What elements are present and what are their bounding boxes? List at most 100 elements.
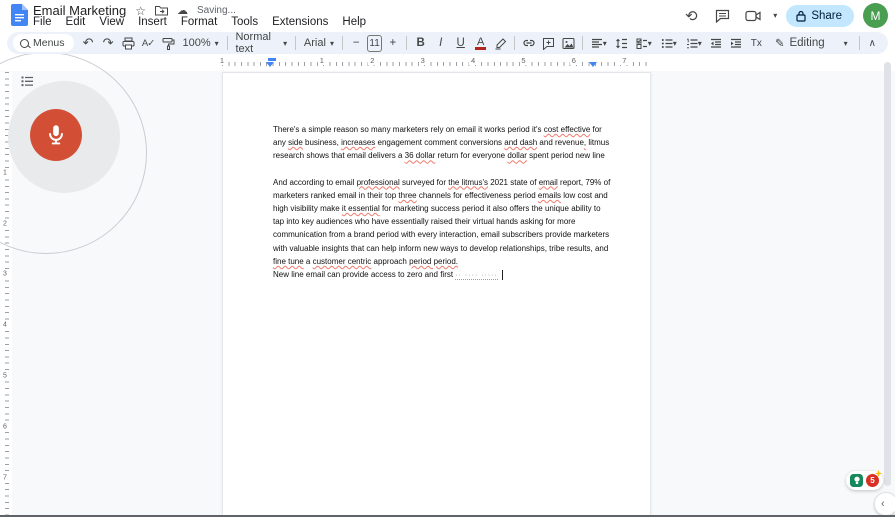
show-side-panel-button[interactable]: ‹ xyxy=(874,492,895,516)
version-history-icon[interactable]: ⟲ xyxy=(680,5,702,27)
ruler-number: 7 xyxy=(0,474,10,482)
highlight-color-button[interactable] xyxy=(491,33,510,53)
menus-label: Menus xyxy=(33,37,65,49)
numbered-list-button[interactable]: ▾ xyxy=(682,33,706,53)
text-color-glyph: A xyxy=(477,35,485,48)
bold-button[interactable]: B xyxy=(411,33,430,53)
increase-indent-button[interactable] xyxy=(727,33,746,53)
microphone-icon xyxy=(49,125,63,145)
font-size-input[interactable]: 11 xyxy=(366,34,383,52)
ruler-number: 6 xyxy=(569,56,578,65)
ruler-number: 1 xyxy=(0,169,10,177)
paragraph-style-select[interactable]: Normal text ▾ xyxy=(231,31,291,55)
avatar[interactable]: M xyxy=(863,3,888,28)
separator xyxy=(514,36,515,50)
line-spacing-button[interactable] xyxy=(612,33,631,53)
bulleted-list-button[interactable]: ▾ xyxy=(657,33,681,53)
ruler-number: 3 xyxy=(0,270,10,278)
toolbar: Menus ↶ ↷ A✓ 100% ▾ Normal text ▾ Arial … xyxy=(7,31,888,55)
ruler-number: 4 xyxy=(0,321,10,329)
suggestions-count: 5 xyxy=(870,476,875,485)
voice-interim-text: ·· ···· ····· xyxy=(455,272,498,281)
menu-bar: File Edit View Insert Format Tools Exten… xyxy=(26,15,373,29)
menu-tools[interactable]: Tools xyxy=(224,15,265,29)
insert-link-button[interactable] xyxy=(519,33,538,53)
chevron-left-icon: ‹ xyxy=(881,498,885,510)
increase-font-size-button[interactable]: + xyxy=(383,33,402,53)
redo-button[interactable]: ↷ xyxy=(99,33,118,53)
menu-file[interactable]: File xyxy=(26,15,59,29)
ruler-number: 2 xyxy=(0,220,10,228)
separator xyxy=(582,36,583,50)
share-button[interactable]: Share xyxy=(786,4,854,27)
chevron-down-icon: ▾ xyxy=(647,38,652,48)
ruler-number: 3 xyxy=(418,56,427,65)
lock-icon xyxy=(796,10,806,22)
ruler-number: 1 xyxy=(317,56,326,65)
undo-button[interactable]: ↶ xyxy=(79,33,98,53)
ruler-number: 2 xyxy=(368,56,377,65)
search-menus-button[interactable]: Menus xyxy=(13,34,74,52)
ruler-ticks xyxy=(5,72,9,515)
menu-insert[interactable]: Insert xyxy=(131,15,174,29)
document-text[interactable]: There's a simple reason so many marketer… xyxy=(273,123,613,295)
underline-button[interactable]: U xyxy=(451,33,470,53)
voice-language-list-icon[interactable] xyxy=(21,76,34,87)
align-button[interactable]: ▾ xyxy=(587,33,611,53)
first-line-indent-marker[interactable] xyxy=(268,58,276,61)
left-indent-marker[interactable] xyxy=(266,62,274,67)
separator xyxy=(858,36,860,50)
mode-label: Editing xyxy=(789,37,825,49)
google-docs-window: 11 2 3 4 5 6 7 1 2 3 4 5 6 7 There's a simple reason… xyxy=(0,0,895,517)
italic-button[interactable]: I xyxy=(431,33,450,53)
menu-view[interactable]: View xyxy=(92,15,131,29)
menu-help[interactable]: Help xyxy=(335,15,373,29)
chevron-down-icon: ▾ xyxy=(214,38,219,48)
menu-format[interactable]: Format xyxy=(174,15,224,29)
menu-edit[interactable]: Edit xyxy=(59,15,93,29)
add-comment-button[interactable] xyxy=(539,33,558,53)
horizontal-ruler[interactable]: 1 1 2 3 4 5 6 7 xyxy=(0,55,895,71)
insert-image-button[interactable] xyxy=(559,33,578,53)
voice-mic-button[interactable] xyxy=(30,109,82,161)
text-color-button[interactable]: A xyxy=(471,33,490,53)
hide-menus-button[interactable]: ∧ xyxy=(863,38,882,49)
separator xyxy=(295,36,296,50)
header: Email Marketing ☆ ☁ Saving... File Edit … xyxy=(0,0,895,31)
font-select[interactable]: Arial ▾ xyxy=(300,37,338,49)
search-icon xyxy=(20,38,29,48)
video-call-icon[interactable] xyxy=(742,5,764,27)
suggestions-pill[interactable]: 5 xyxy=(846,470,883,490)
zoom-select[interactable]: 100% ▾ xyxy=(179,37,223,49)
chevron-down-icon: ▾ xyxy=(843,38,848,48)
menu-extensions[interactable]: Extensions xyxy=(265,15,335,29)
ruler-number: 4 xyxy=(469,56,478,65)
vertical-ruler[interactable]: 1 2 3 4 5 6 7 xyxy=(0,72,12,515)
decrease-font-size-button[interactable]: − xyxy=(347,33,366,53)
suggestion-bulb-icon[interactable] xyxy=(850,474,863,487)
right-indent-marker[interactable] xyxy=(589,62,597,67)
chevron-down-icon: ▾ xyxy=(329,38,334,48)
pencil-icon: ✎ xyxy=(774,38,785,50)
document-page[interactable]: There's a simple reason so many marketer… xyxy=(222,72,651,517)
style-value: Normal text xyxy=(235,31,271,55)
checklist-button[interactable]: ▾ xyxy=(632,33,656,53)
decrease-indent-button[interactable] xyxy=(707,33,726,53)
vertical-scrollbar[interactable] xyxy=(884,62,891,486)
separator xyxy=(341,36,343,50)
ruler-number: 7 xyxy=(620,56,629,65)
ruler-number: 6 xyxy=(0,423,10,431)
ruler-number: 5 xyxy=(0,372,10,380)
share-label: Share xyxy=(811,9,842,22)
comment-history-icon[interactable] xyxy=(711,5,733,27)
chevron-down-icon: ▾ xyxy=(602,38,607,48)
suggestions-count-badge[interactable]: 5 xyxy=(866,470,882,487)
print-button[interactable] xyxy=(119,33,138,53)
video-call-caret-icon[interactable]: ▾ xyxy=(773,11,777,20)
editing-mode-button[interactable]: ✎ Editing ▾ xyxy=(767,36,856,50)
spellcheck-button[interactable]: A✓ xyxy=(139,33,158,53)
clear-formatting-button[interactable]: Tx xyxy=(747,33,766,53)
ruler-number: 5 xyxy=(519,56,528,65)
text-color-bar xyxy=(475,47,487,50)
paint-format-button[interactable] xyxy=(159,33,178,53)
